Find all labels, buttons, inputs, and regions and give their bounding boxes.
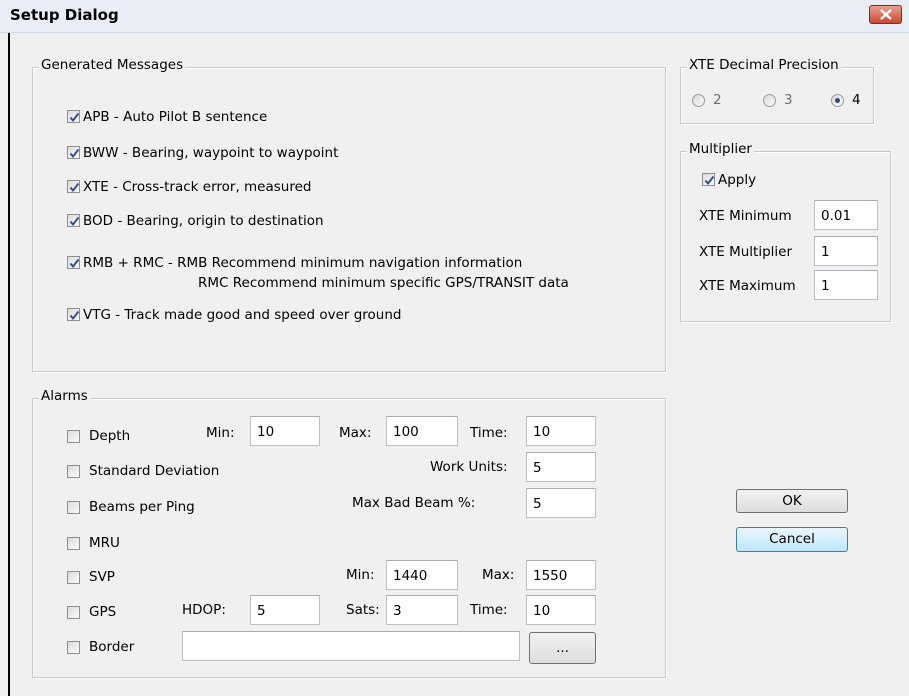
beams-per-ping-label[interactable]: Beams per Ping (89, 499, 195, 515)
depth-max-label: Max: (339, 425, 372, 441)
work-units-label: Work Units: (430, 459, 508, 475)
mru-label[interactable]: MRU (89, 535, 120, 551)
gps-checkbox[interactable] (67, 606, 80, 619)
max-bad-beam-label: Max Bad Beam %: (352, 495, 476, 511)
cancel-label: Cancel (769, 531, 815, 547)
close-icon (880, 9, 892, 20)
cancel-button[interactable]: Cancel (736, 527, 848, 552)
border-checkbox[interactable] (67, 641, 80, 654)
gps-time-label: Time: (470, 602, 508, 618)
hdop-input[interactable] (250, 595, 320, 625)
precision-3-radio[interactable] (763, 94, 776, 107)
mru-checkbox[interactable] (67, 537, 80, 550)
depth-time-input[interactable] (526, 416, 596, 446)
precision-2-radio[interactable] (692, 94, 705, 107)
vtg-checkbox[interactable] (67, 308, 80, 321)
xte-multiplier-input[interactable] (814, 236, 878, 266)
bww-checkbox[interactable] (67, 146, 80, 159)
rmb-rmc-checkbox[interactable] (67, 256, 80, 269)
xte-multiplier-label: XTE Multiplier (699, 244, 793, 260)
precision-2-label[interactable]: 2 (713, 92, 722, 108)
precision-4-radio[interactable] (831, 94, 844, 107)
vtg-label[interactable]: VTG - Track made good and speed over gro… (83, 307, 401, 323)
depth-label[interactable]: Depth (89, 428, 130, 444)
window-left-border (8, 33, 10, 696)
svp-label[interactable]: SVP (89, 569, 115, 585)
checkmark-icon (69, 148, 80, 159)
xte-minimum-input[interactable] (814, 200, 878, 230)
sats-label: Sats: (346, 602, 380, 618)
gps-label[interactable]: GPS (89, 604, 116, 620)
apply-label[interactable]: Apply (718, 172, 756, 188)
rmc-label-line2: RMC Recommend minimum specific GPS/TRANS… (198, 275, 569, 291)
depth-min-input[interactable] (250, 416, 320, 446)
bww-label[interactable]: BWW - Bearing, waypoint to waypoint (83, 145, 338, 161)
multiplier-legend: Multiplier (687, 141, 754, 157)
bod-label[interactable]: BOD - Bearing, origin to destination (83, 213, 324, 229)
svp-min-input[interactable] (386, 560, 458, 590)
std-dev-label[interactable]: Standard Deviation (89, 463, 219, 479)
checkmark-icon (69, 112, 80, 123)
hdop-label: HDOP: (182, 602, 226, 618)
border-label[interactable]: Border (89, 639, 134, 655)
svp-checkbox[interactable] (67, 571, 80, 584)
gps-time-input[interactable] (526, 595, 596, 625)
depth-time-label: Time: (470, 425, 508, 441)
xte-label[interactable]: XTE - Cross-track error, measured (83, 179, 311, 195)
checkmark-icon (69, 258, 80, 269)
xte-precision-legend: XTE Decimal Precision (687, 57, 841, 73)
border-browse-label: ... (556, 640, 569, 656)
sats-input[interactable] (386, 595, 458, 625)
max-bad-beam-input[interactable] (526, 488, 596, 518)
rmb-rmc-label[interactable]: RMB + RMC - RMB Recommend minimum naviga… (83, 255, 522, 271)
apply-checkbox[interactable] (702, 173, 715, 186)
xte-checkbox[interactable] (67, 180, 80, 193)
border-path-input[interactable] (182, 631, 520, 661)
work-units-input[interactable] (526, 452, 596, 482)
svp-min-label: Min: (346, 567, 375, 583)
generated-messages-legend: Generated Messages (39, 57, 186, 73)
checkmark-icon (69, 182, 80, 193)
ok-label: OK (782, 493, 802, 509)
checkmark-icon (69, 310, 80, 321)
depth-checkbox[interactable] (67, 430, 80, 443)
ok-button[interactable]: OK (736, 489, 848, 513)
apb-checkbox[interactable] (67, 110, 80, 123)
radio-selected-dot (835, 98, 840, 103)
precision-3-label[interactable]: 3 (784, 92, 793, 108)
title-bar: Setup Dialog (0, 0, 909, 33)
xte-precision-group (680, 67, 874, 124)
xte-maximum-label: XTE Maximum (699, 278, 796, 294)
window-title: Setup Dialog (10, 6, 119, 24)
beams-per-ping-checkbox[interactable] (67, 501, 80, 514)
checkmark-icon (704, 175, 715, 186)
close-button[interactable] (869, 5, 902, 24)
alarms-legend: Alarms (39, 388, 90, 404)
depth-min-label: Min: (206, 425, 235, 441)
depth-max-input[interactable] (386, 416, 458, 446)
svp-max-input[interactable] (526, 560, 596, 590)
bod-checkbox[interactable] (67, 214, 80, 227)
checkmark-icon (69, 216, 80, 227)
apb-label[interactable]: APB - Auto Pilot B sentence (83, 109, 267, 125)
border-browse-button[interactable]: ... (529, 632, 596, 664)
xte-maximum-input[interactable] (814, 270, 878, 300)
svp-max-label: Max: (482, 567, 515, 583)
precision-4-label[interactable]: 4 (852, 92, 861, 108)
std-dev-checkbox[interactable] (67, 465, 80, 478)
xte-minimum-label: XTE Minimum (699, 208, 792, 224)
